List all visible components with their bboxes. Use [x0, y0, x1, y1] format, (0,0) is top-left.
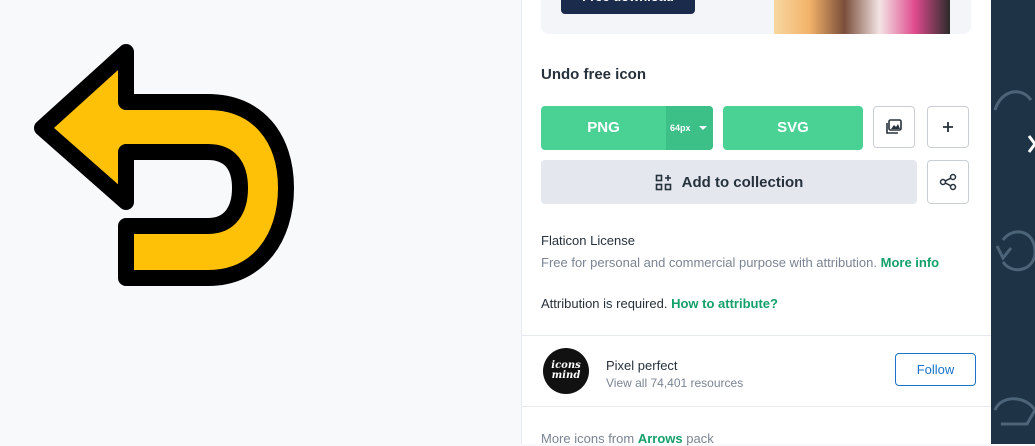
- author-name[interactable]: Pixel perfect: [606, 358, 678, 373]
- promo-image: [774, 0, 950, 34]
- attribution-text: Attribution is required.: [541, 296, 668, 311]
- icon-title: Undo free icon: [541, 66, 647, 83]
- curved-arrow-icon: [993, 90, 1033, 111]
- svg-download-button[interactable]: SVG: [723, 106, 863, 150]
- follow-button[interactable]: Follow: [895, 353, 976, 386]
- related-icons-strip: [991, 0, 1035, 444]
- add-to-collection-button[interactable]: Add to collection: [541, 160, 917, 204]
- png-size-dropdown[interactable]: 64px: [666, 106, 713, 150]
- png-label: PNG: [587, 119, 620, 136]
- more-options-button[interactable]: [927, 106, 969, 148]
- how-to-attribute-link[interactable]: How to attribute?: [671, 296, 778, 311]
- edit-icon-button[interactable]: [873, 106, 915, 148]
- detail-panel: Free download Undo free icon PNG 64px SV…: [522, 0, 991, 446]
- png-size-label: 64px: [670, 123, 691, 133]
- image-stack-icon: [886, 119, 902, 134]
- plus-icon: [943, 122, 953, 132]
- share-button[interactable]: [927, 160, 969, 204]
- free-download-button[interactable]: Free download: [561, 0, 695, 14]
- undo-icon: [34, 44, 294, 286]
- section-divider: [522, 335, 991, 336]
- avatar-logo: icons mind: [551, 361, 580, 381]
- license-description: Free for personal and commercial purpose…: [541, 255, 877, 270]
- add-collection-icon: [655, 174, 671, 190]
- section-divider: [522, 406, 991, 407]
- author-resources-link[interactable]: View all 74,401 resources: [606, 376, 743, 390]
- icon-preview: [0, 0, 521, 444]
- add-to-collection-label: Add to collection: [681, 173, 804, 191]
- next-arrow-icon: [1027, 135, 1035, 153]
- related-icons: [993, 90, 1035, 426]
- undo-arrowhead-icon: [995, 245, 1013, 261]
- more-info-link[interactable]: More info: [881, 255, 940, 270]
- png-download-button[interactable]: PNG 64px: [541, 106, 713, 150]
- avatar-text-2: mind: [551, 370, 581, 381]
- chevron-down-icon: [699, 126, 707, 130]
- license-title: Flaticon License: [541, 233, 635, 248]
- attribution-notice: Attribution is required. How to attribut…: [541, 296, 778, 311]
- share-icon: [939, 173, 957, 191]
- curved-arrow-icon: [993, 397, 1035, 426]
- license-text: Free for personal and commercial purpose…: [541, 255, 939, 270]
- author-avatar[interactable]: icons mind: [543, 348, 589, 394]
- promo-banner: Free download: [541, 0, 971, 34]
